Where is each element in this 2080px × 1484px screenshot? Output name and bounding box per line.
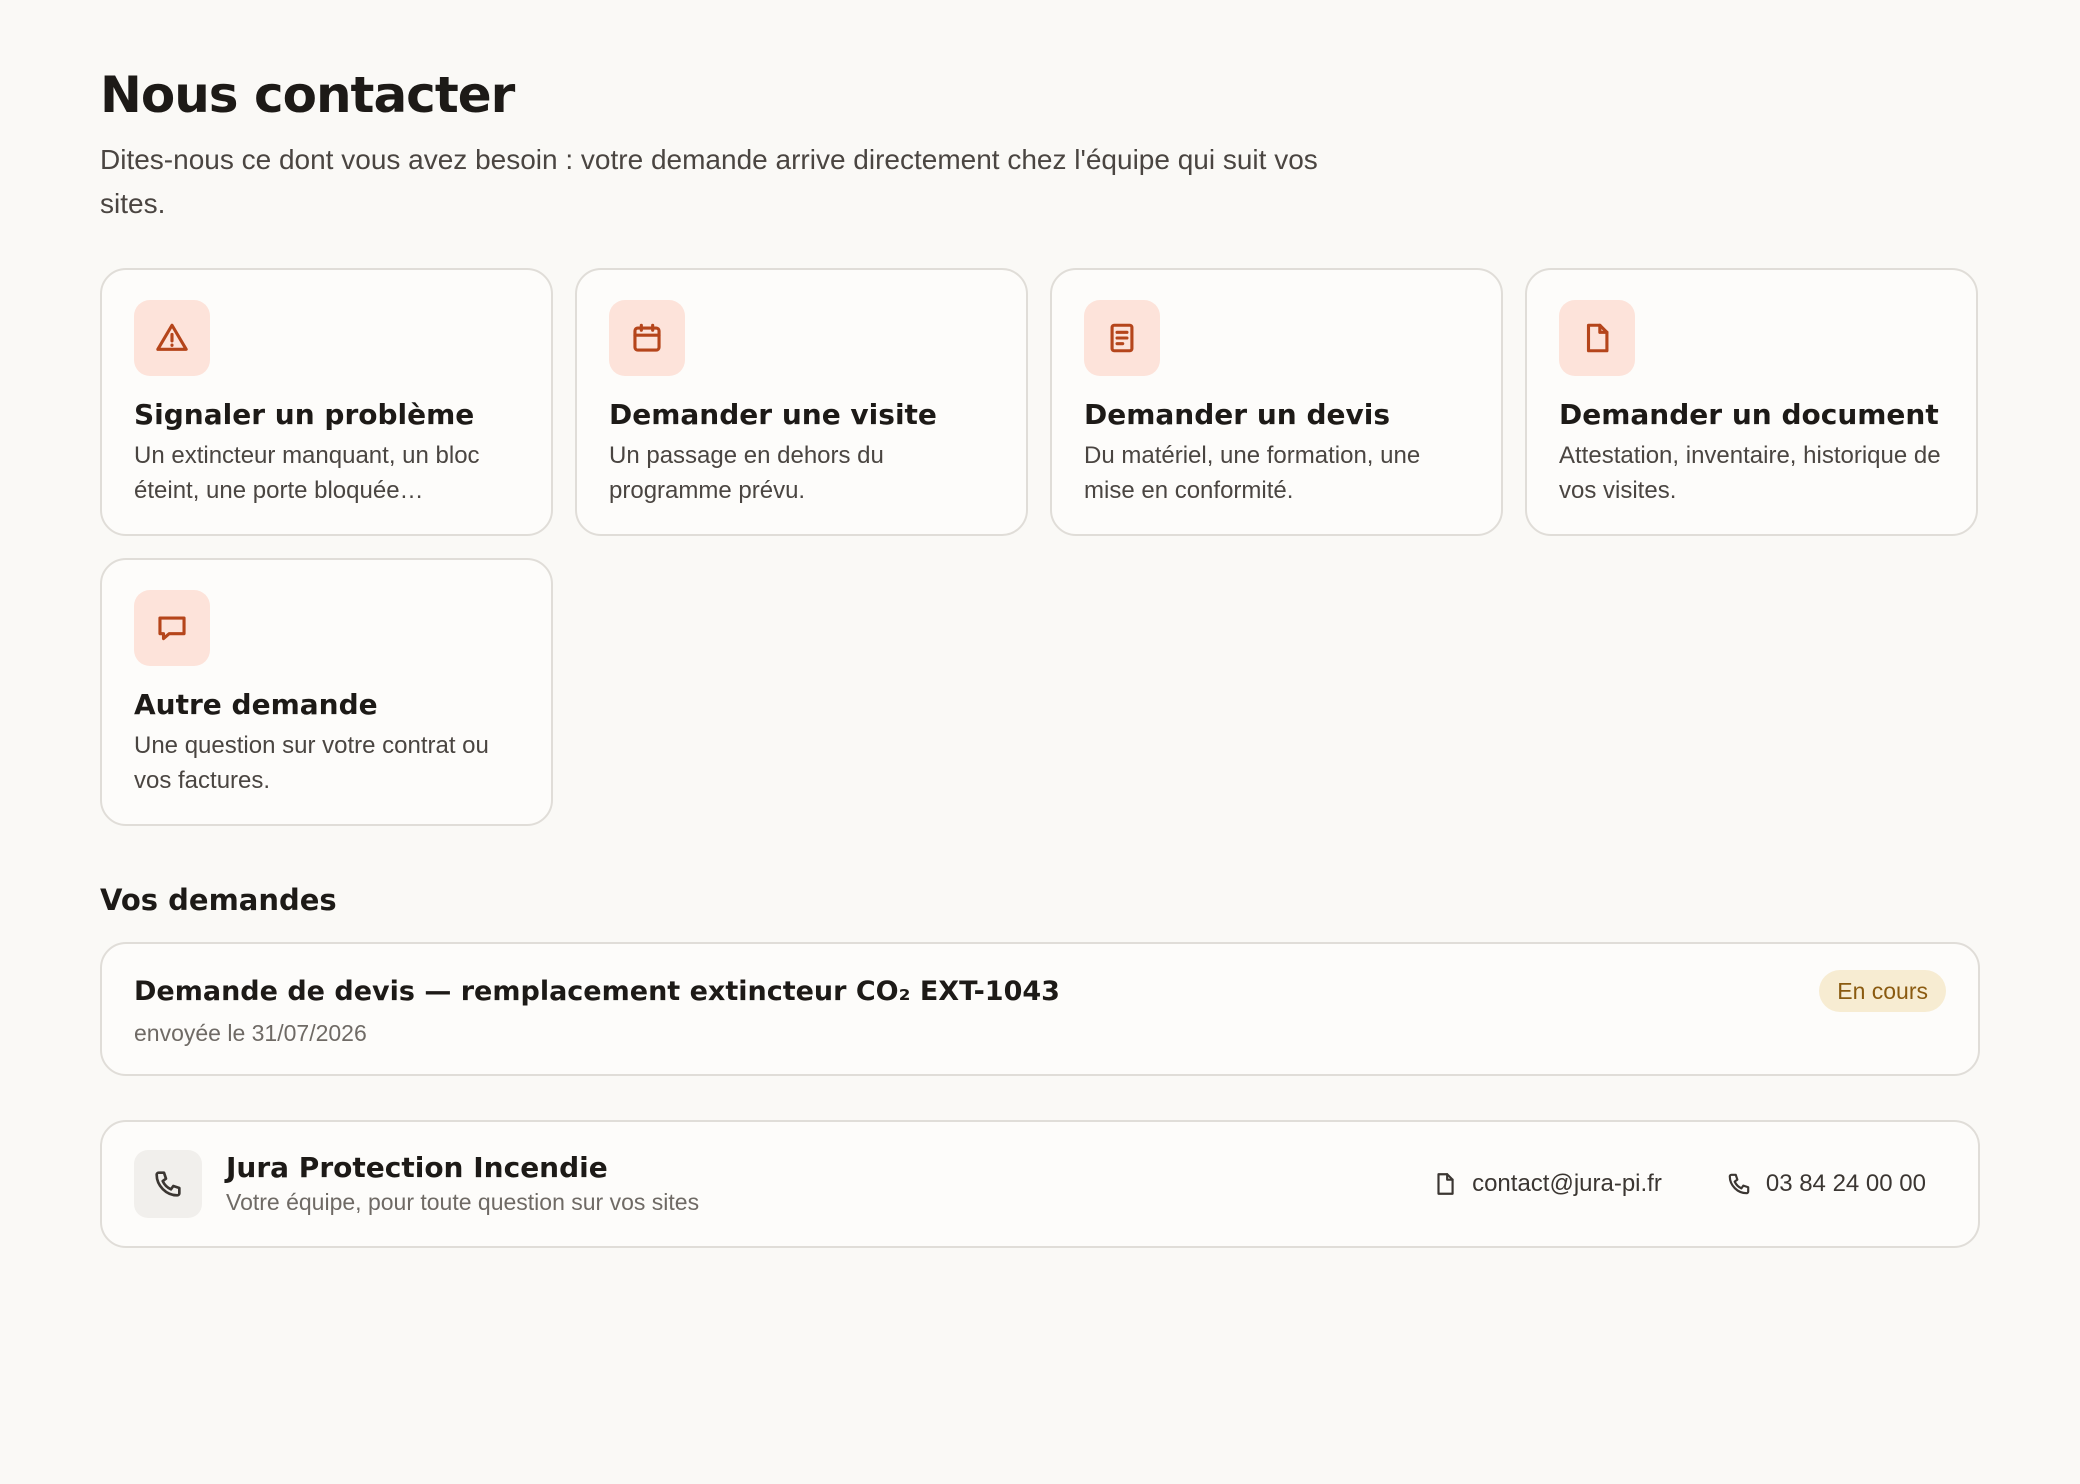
card-request-visit[interactable]: Demander une visite Un passage en dehors… (575, 268, 1028, 536)
contact-company-name: Jura Protection Incendie (226, 1151, 608, 1184)
page-subtitle: Dites-nous ce dont vous avez besoin : vo… (100, 144, 1318, 219)
card-description: Attestation, inventaire, historique de v… (1559, 442, 1941, 504)
card-title: Demander un document (1559, 398, 1939, 431)
card-description: Un passage en dehors du programme prévu. (609, 442, 884, 504)
card-other-request[interactable]: Autre demande Une question sur votre con… (100, 558, 553, 826)
contact-phone: 03 84 24 00 00 (1765, 1170, 1926, 1197)
contact-card: Jura Protection Incendie Votre équipe, p… (100, 1120, 1980, 1248)
document-icon (1559, 300, 1635, 376)
card-description: Une question sur votre contrat ou vos fa… (134, 732, 489, 794)
card-title: Autre demande (134, 688, 378, 721)
warning-icon (134, 300, 210, 376)
chat-icon (134, 590, 210, 666)
phone-icon (1728, 1173, 1750, 1195)
card-title: Signaler un problème (134, 398, 475, 431)
contact-email: contact@jura-pi.fr (1472, 1170, 1662, 1197)
status-badge: En cours (1819, 970, 1946, 1012)
card-title: Demander une visite (609, 398, 937, 431)
receipt-icon (1084, 300, 1160, 376)
card-request-document[interactable]: Demander un document Attestation, invent… (1525, 268, 1978, 536)
request-date: envoyée le 31/07/2026 (134, 1020, 367, 1046)
requests-section-title: Vos demandes (100, 883, 337, 917)
request-title: Demande de devis — remplacement extincte… (134, 976, 1060, 1007)
phone-icon (134, 1150, 202, 1218)
card-description: Du matériel, une formation, une mise en … (1084, 442, 1421, 504)
request-item[interactable]: Demande de devis — remplacement extincte… (100, 942, 1980, 1076)
calendar-icon (609, 300, 685, 376)
request-type-cards: Signaler un problème Un extincteur manqu… (100, 268, 1980, 826)
contact-email-link[interactable]: contact@jura-pi.fr (1432, 1170, 1662, 1198)
card-request-quote[interactable]: Demander un devis Du matériel, une forma… (1050, 268, 1503, 536)
contact-phone-link[interactable]: 03 84 24 00 00 (1726, 1170, 1926, 1198)
card-report-problem[interactable]: Signaler un problème Un extincteur manqu… (100, 268, 553, 536)
contact-page: Nous contacter Dites-nous ce dont vous a… (100, 60, 1980, 1248)
page-title: Nous contacter (100, 66, 515, 124)
card-description: Un extincteur manquant, un bloc éteint, … (134, 442, 480, 504)
document-icon (1437, 1173, 1454, 1195)
contact-text: Jura Protection Incendie Votre équipe, p… (226, 1150, 1432, 1218)
contact-tagline: Votre équipe, pour toute question sur vo… (226, 1189, 700, 1215)
card-title: Demander un devis (1084, 398, 1390, 431)
